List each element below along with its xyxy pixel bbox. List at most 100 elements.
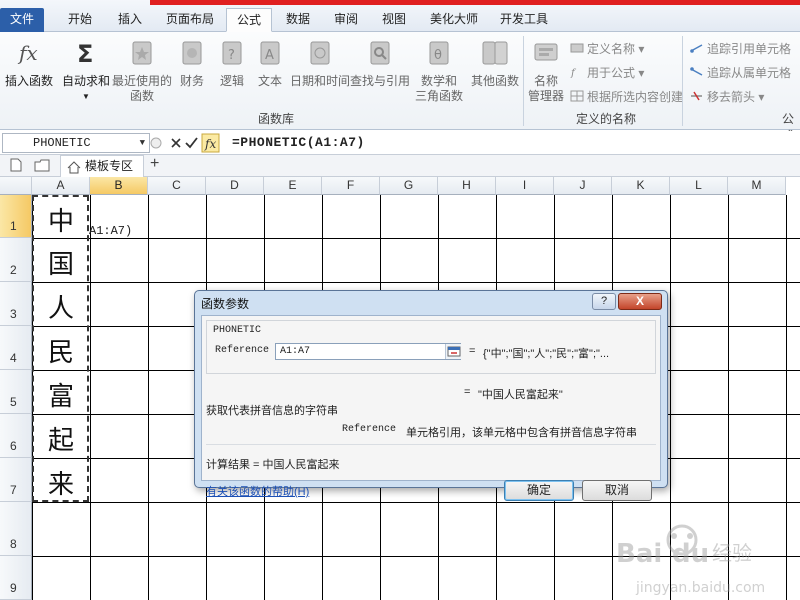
recent-functions-button[interactable]: 最近使用的 函数	[112, 38, 172, 104]
logical-button[interactable]: ? 逻辑	[214, 38, 250, 89]
tab-template-zone[interactable]: 模板专区	[60, 155, 144, 177]
ribbon-tab-bar: 文件 开始 插入 页面布局 公式 数据 审阅 视图 美化大师 开发工具	[0, 0, 800, 32]
grid-icon	[570, 90, 584, 102]
row-header-1[interactable]: 1	[0, 195, 32, 238]
book-question-icon: ?	[217, 38, 247, 68]
row-header-2[interactable]: 2	[0, 238, 32, 282]
add-tab-icon[interactable]: +	[150, 155, 159, 173]
chevron-down-icon: ▼	[82, 92, 90, 101]
column-header-A[interactable]: A	[32, 177, 90, 195]
row-header-5[interactable]: 5	[0, 370, 32, 414]
tab-review[interactable]: 审阅	[324, 8, 368, 32]
ok-button[interactable]: 确定	[504, 480, 574, 501]
column-header-K[interactable]: K	[612, 177, 670, 195]
tab-view[interactable]: 视图	[372, 8, 416, 32]
svg-text:Σ: Σ	[77, 40, 93, 68]
column-header-L[interactable]: L	[670, 177, 728, 195]
svg-text:经验: 经验	[712, 541, 752, 565]
formula-buttons: fx	[150, 133, 222, 153]
select-all-corner[interactable]	[0, 177, 32, 195]
row-header-8[interactable]: 8	[0, 502, 32, 556]
more-functions-button[interactable]: 其他函数	[468, 38, 522, 89]
svg-text:jingyan.baidu.com: jingyan.baidu.com	[635, 580, 765, 596]
financial-button[interactable]: 财务	[174, 38, 210, 89]
insert-fx-icon[interactable]: fx	[201, 133, 220, 153]
column-header-C[interactable]: C	[148, 177, 206, 195]
grid-line	[32, 502, 800, 503]
tab-formulas[interactable]: 公式	[226, 8, 273, 32]
baidu-watermark-logo: Bai du 经验 jingyan.baidu.com	[616, 524, 765, 596]
create-from-selection-button[interactable]: 根据所选内容创建	[570, 88, 683, 105]
formula-bar: PHONETIC ▼ fx =PHONETIC(A1:A7)	[0, 131, 800, 155]
fx-small-icon: f	[570, 66, 584, 79]
svg-text:A: A	[265, 48, 274, 63]
cancel-entry-icon[interactable]	[171, 138, 181, 148]
row-header-3[interactable]: 3	[0, 282, 32, 326]
svg-text:fx: fx	[204, 137, 216, 151]
group-label-defined-names: 定义的名称	[576, 112, 637, 126]
dialog-help-button[interactable]: ?	[592, 293, 616, 310]
argument-preview: {"中";"国";"人";"民";"富";"...	[483, 348, 610, 360]
copy-range-marquee	[32, 195, 89, 502]
svg-text:?: ?	[228, 48, 235, 63]
fx-icon: fx	[14, 38, 44, 68]
function-description: 获取代表拼音信息的字符串	[206, 405, 338, 417]
autosum-button[interactable]: Σ 自动求和 ▼	[62, 38, 110, 104]
math-trig-button[interactable]: θ 数学和 三角函数	[412, 38, 466, 104]
name-box[interactable]: PHONETIC ▼	[2, 133, 150, 153]
name-manager-button[interactable]: 名称 管理器	[526, 38, 566, 104]
dialog-close-button[interactable]: X	[618, 293, 662, 310]
column-header-M[interactable]: M	[728, 177, 786, 195]
grid-line	[148, 195, 149, 600]
column-header-B[interactable]: B	[90, 177, 148, 195]
text-functions-button[interactable]: A 文本	[252, 38, 288, 89]
argument-equals: =	[469, 345, 476, 357]
grid-line	[32, 238, 800, 239]
cancel-button[interactable]: 取消	[582, 480, 652, 501]
row-header-6[interactable]: 6	[0, 414, 32, 458]
tab-beautify-master[interactable]: 美化大师	[420, 8, 488, 32]
reference-input[interactable]: A1:A7	[275, 343, 461, 360]
trace-precedents-button[interactable]: 追踪引用单元格	[690, 40, 791, 57]
function-help-link[interactable]: 有关该函数的帮助(H)	[206, 483, 309, 499]
column-header-H[interactable]: H	[438, 177, 496, 195]
tab-home[interactable]: 开始	[58, 8, 102, 32]
use-in-formula-button[interactable]: f 用于公式 ▾	[570, 64, 644, 81]
tab-file[interactable]: 文件	[0, 8, 45, 32]
insert-function-button[interactable]: fx 插入函数	[4, 38, 54, 89]
tab-developer[interactable]: 开发工具	[490, 8, 558, 32]
new-doc-icon[interactable]	[10, 158, 22, 175]
column-header-E[interactable]: E	[264, 177, 322, 195]
trace-dependents-button[interactable]: 追踪从属单元格	[690, 64, 791, 81]
column-header-F[interactable]: F	[322, 177, 380, 195]
book-clock-icon	[305, 38, 335, 68]
document-tab-strip: 模板专区 +	[0, 155, 800, 177]
column-header-D[interactable]: D	[206, 177, 264, 195]
enter-check-icon[interactable]	[185, 137, 198, 149]
row-header-9[interactable]: 9	[0, 556, 32, 600]
tab-data[interactable]: 数据	[276, 8, 320, 32]
column-header-I[interactable]: I	[496, 177, 554, 195]
books-icon	[480, 38, 510, 68]
date-time-button[interactable]: 日期和时间	[290, 38, 350, 89]
svg-text:fx: fx	[17, 41, 38, 65]
column-header-J[interactable]: J	[554, 177, 612, 195]
collapse-dialog-icon[interactable]	[445, 344, 461, 359]
svg-text:θ: θ	[434, 48, 442, 63]
svg-text:du: du	[672, 539, 709, 569]
formula-input[interactable]: =PHONETIC(A1:A7)	[232, 133, 365, 153]
result-preview: "中国人民富起来"	[478, 389, 563, 401]
tab-insert[interactable]: 插入	[108, 8, 152, 32]
book-magnifier-icon	[365, 38, 395, 68]
book-star-icon	[127, 38, 157, 68]
define-name-button[interactable]: 定义名称 ▾	[570, 40, 644, 57]
lookup-reference-button[interactable]: 查找与引用	[350, 38, 410, 89]
tab-page-layout[interactable]: 页面布局	[156, 8, 224, 32]
svg-text:f: f	[570, 68, 577, 78]
row-header-7[interactable]: 7	[0, 458, 32, 502]
remove-arrows-button[interactable]: 移去箭头 ▾	[690, 88, 764, 105]
folder-icon[interactable]	[34, 159, 50, 175]
column-header-G[interactable]: G	[380, 177, 438, 195]
chevron-down-icon: ▼	[139, 138, 145, 148]
row-header-4[interactable]: 4	[0, 326, 32, 370]
